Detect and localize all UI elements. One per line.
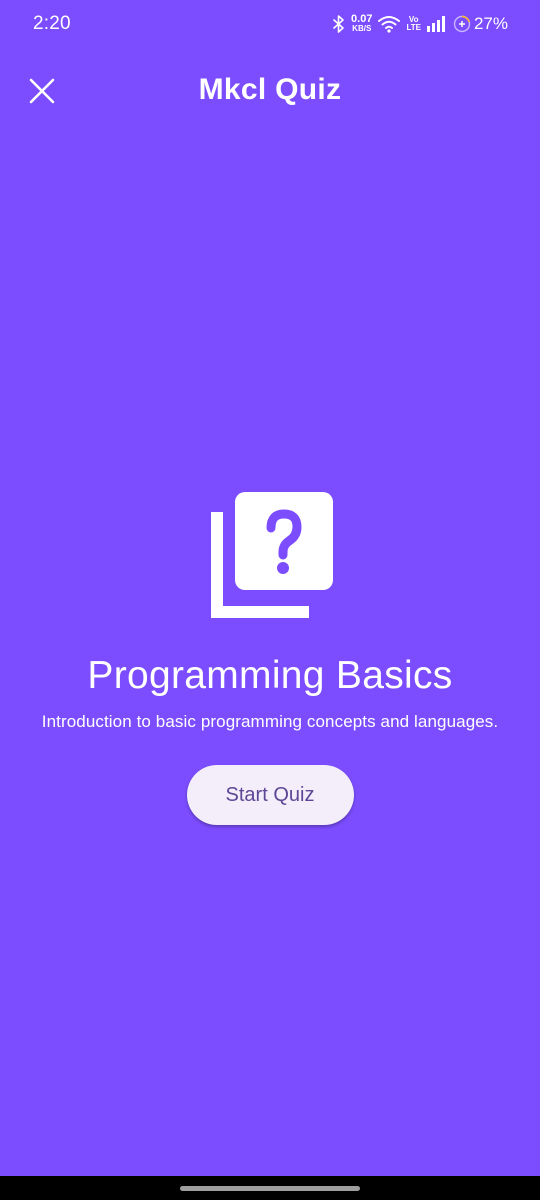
quiz-description: Introduction to basic programming concep… [41, 712, 499, 731]
start-quiz-button[interactable]: Start Quiz [186, 765, 354, 825]
quiz-question-icon [211, 492, 333, 618]
network-speed-unit: KB/S [352, 24, 372, 33]
battery-saver-icon [453, 15, 471, 33]
battery-percent: 27% [473, 14, 508, 33]
home-gesture-handle[interactable] [180, 1185, 360, 1191]
volte-indicator: Vo LTE [406, 16, 421, 32]
battery: 27% [453, 14, 508, 34]
signal-icon [426, 16, 447, 32]
status-time: 2:20 [33, 13, 71, 34]
network-speed-value: 0.07 [351, 13, 373, 25]
page-title: Mkcl Quiz [198, 73, 342, 106]
system-nav-bar [0, 1176, 540, 1200]
status-icons: 0.07 KB/S Vo LTE 27% [333, 14, 508, 34]
quiz-title: Programming Basics [87, 654, 453, 697]
close-icon [29, 78, 55, 104]
status-bar: 2:20 0.07 KB/S Vo LTE 27% [0, 0, 540, 48]
app-bar: Mkcl Quiz [0, 56, 540, 124]
volte-bottom-label: LTE [406, 23, 421, 32]
close-button[interactable] [24, 73, 60, 109]
quiz-intro: Programming Basics Introduction to basic… [0, 490, 540, 825]
network-speed: 0.07 KB/S [351, 13, 373, 34]
wifi-icon [378, 15, 401, 33]
bluetooth-icon [333, 15, 345, 33]
